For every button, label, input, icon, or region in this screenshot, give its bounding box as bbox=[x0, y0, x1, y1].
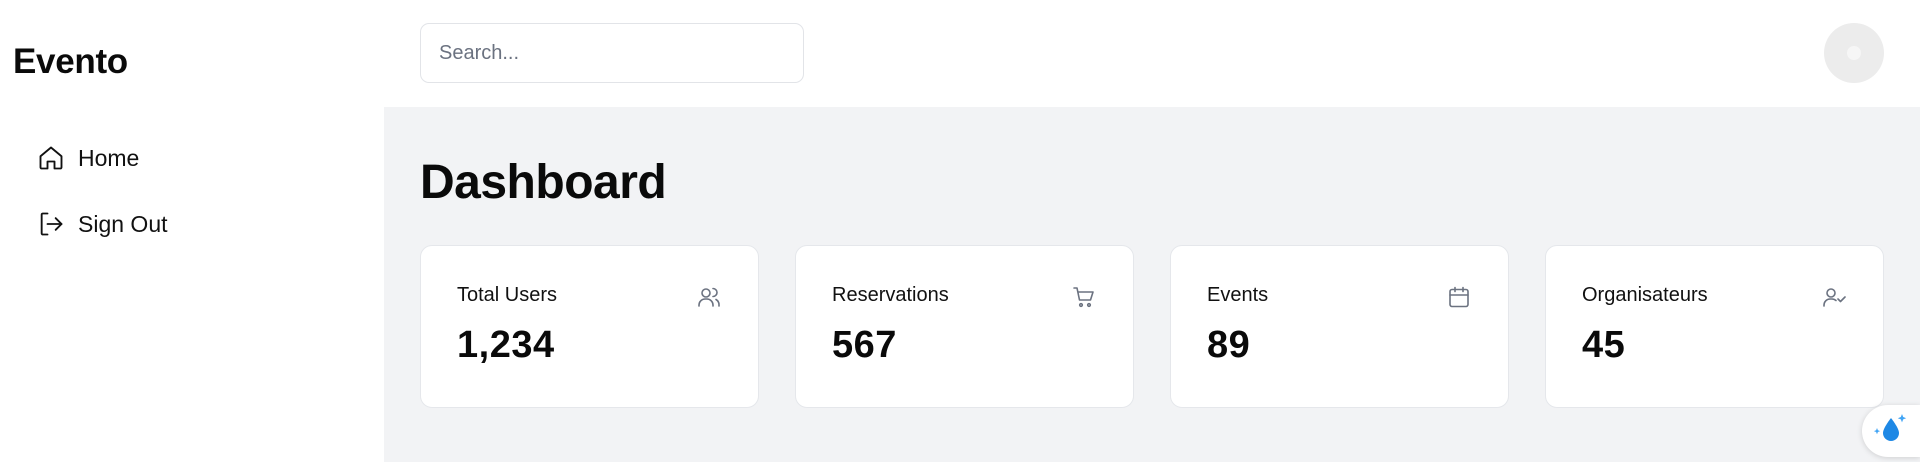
avatar[interactable] bbox=[1824, 23, 1884, 83]
stat-card-total-users: Total Users 1,234 bbox=[420, 245, 759, 408]
users-icon bbox=[696, 284, 722, 310]
stat-card-label: Total Users bbox=[457, 284, 558, 306]
stat-card-value: 89 bbox=[1207, 324, 1251, 366]
stat-card-label: Reservations bbox=[832, 284, 949, 306]
cart-icon bbox=[1071, 284, 1097, 310]
sidebar-item-label: Sign Out bbox=[78, 210, 168, 237]
stat-card-reservations: Reservations 567 bbox=[795, 245, 1134, 408]
sparkle-drop-icon bbox=[1871, 412, 1911, 451]
stat-card-value: 1,234 bbox=[457, 324, 555, 366]
sign-out-icon bbox=[36, 209, 66, 239]
sidebar-item-label: Home bbox=[78, 144, 140, 171]
avatar-placeholder-icon bbox=[1847, 46, 1861, 60]
calendar-icon bbox=[1446, 284, 1472, 310]
sidebar-item-home[interactable]: Home bbox=[36, 140, 139, 176]
page-title: Dashboard bbox=[420, 156, 667, 209]
search-input[interactable] bbox=[420, 23, 804, 83]
top-bar bbox=[384, 0, 1920, 107]
stat-card-events: Events 89 bbox=[1170, 245, 1509, 408]
brand-logo[interactable]: Evento bbox=[13, 42, 128, 82]
stat-card-organisateurs: Organisateurs 45 bbox=[1545, 245, 1884, 408]
stat-card-value: 45 bbox=[1582, 324, 1626, 366]
stat-card-value: 567 bbox=[832, 324, 897, 366]
user-check-icon bbox=[1821, 284, 1847, 310]
main-content: Dashboard Total Users 1,234 Reservations… bbox=[384, 107, 1920, 462]
sidebar: Evento Home Sign Out bbox=[0, 0, 384, 462]
sidebar-item-sign-out[interactable]: Sign Out bbox=[36, 206, 168, 242]
floating-assistant-button[interactable] bbox=[1862, 405, 1920, 457]
stat-card-label: Events bbox=[1207, 284, 1269, 306]
stat-card-label: Organisateurs bbox=[1582, 284, 1708, 306]
home-icon bbox=[36, 143, 66, 173]
